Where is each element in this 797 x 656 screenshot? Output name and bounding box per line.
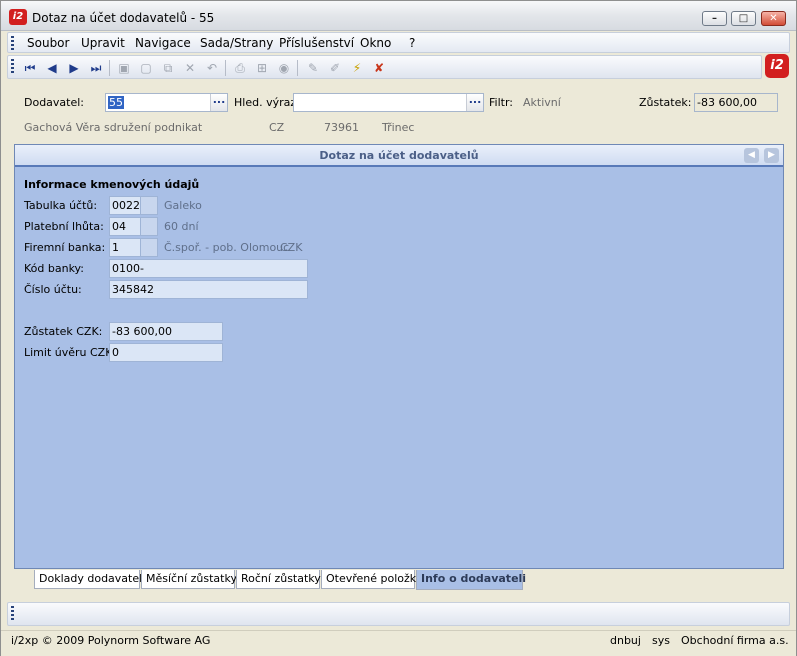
menu-prislusenstvi[interactable]: Příslušenství: [279, 36, 354, 50]
toolbar-separator: [109, 60, 110, 76]
bottom-toolbar: [7, 602, 790, 626]
stop-icon[interactable]: ◉: [276, 60, 292, 76]
limit-uveru-field[interactable]: 0: [109, 343, 223, 362]
next-record-icon[interactable]: ▶: [66, 60, 82, 76]
supplier-country: CZ: [269, 121, 285, 134]
tab-info-o-dodavateli[interactable]: Info o dodavateli: [416, 570, 526, 590]
close-icon: ✕: [769, 13, 778, 24]
tabulka-uctu-field[interactable]: 0022: [109, 196, 141, 215]
toolbar-grip-icon[interactable]: [11, 59, 14, 73]
delete-icon[interactable]: ✕: [182, 60, 198, 76]
app-logo-icon: i2: [9, 9, 27, 25]
maximize-button[interactable]: □: [731, 11, 756, 26]
status-bar: i/2xp © 2009 Polynorm Software AG dnbuj …: [1, 630, 796, 656]
menu-help[interactable]: ?: [409, 36, 415, 50]
toolbar: ⏮ ◀ ▶ ⏭ ▣ ▢ ⧉ ✕ ↶ ⎙ ⊞ ◉ ✎ ✐ ⚡ ✘: [7, 55, 762, 79]
window-title: Dotaz na účet dodavatelů - 55: [32, 11, 215, 25]
menu-grip-icon[interactable]: [11, 36, 14, 50]
platebni-lhuta-desc: 60 dní: [164, 220, 199, 233]
platebni-lhuta-label: Platební lhůta:: [24, 220, 104, 233]
tabulka-uctu-label: Tabulka účtů:: [24, 199, 98, 212]
supplier-city: Třinec: [382, 121, 415, 134]
dodavatel-lookup-button[interactable]: ...: [210, 94, 227, 111]
zustatek-label: Zůstatek:: [639, 96, 692, 109]
tab-doklady-dodavatele[interactable]: Doklady dodavatele: [34, 570, 149, 589]
magic-icon[interactable]: ⚡: [349, 60, 365, 76]
minimize-icon: –: [712, 13, 717, 24]
prev-record-icon[interactable]: ◀: [44, 60, 60, 76]
highlight-icon[interactable]: ✐: [327, 60, 343, 76]
status-user: dnbuj: [610, 634, 641, 647]
supplier-name: Gachová Věra sdružení podnikat: [24, 121, 203, 134]
bottom-grip-icon[interactable]: [11, 606, 14, 620]
firemni-banka-lookup-button[interactable]: [140, 238, 158, 257]
firemni-banka-field[interactable]: 1: [109, 238, 141, 257]
brand-logo-icon: i2: [765, 54, 789, 78]
zustatek-czk-field[interactable]: -83 600,00: [109, 322, 223, 341]
tab-rocni-zustatky[interactable]: Roční zůstatky: [236, 570, 321, 589]
last-record-icon[interactable]: ⏭: [88, 60, 104, 76]
panel-prev-icon[interactable]: ◀: [744, 148, 759, 163]
undo-icon[interactable]: ↶: [204, 60, 220, 76]
kod-banky-field[interactable]: 0100-: [109, 259, 308, 278]
kod-banky-label: Kód banky:: [24, 262, 84, 275]
status-copyright: i/2xp © 2009 Polynorm Software AG: [11, 634, 211, 647]
title-bar[interactable]: i2 Dotaz na účet dodavatelů - 55 – □ ✕: [1, 1, 796, 31]
copy-icon[interactable]: ⧉: [160, 60, 176, 76]
filtr-value[interactable]: Aktivní: [523, 96, 561, 109]
cislo-uctu-label: Číslo účtu:: [24, 283, 82, 296]
menu-navigace[interactable]: Navigace: [135, 36, 191, 50]
edit-icon[interactable]: ✎: [305, 60, 321, 76]
filter-off-icon[interactable]: ✘: [371, 60, 387, 76]
dodavatel-label: Dodavatel:: [24, 96, 85, 109]
firemni-banka-desc: Č.spoř. - pob. Olomouc: [164, 241, 290, 254]
minimize-button[interactable]: –: [702, 11, 727, 26]
firemni-banka-currency: CZK: [280, 241, 303, 254]
toolbar-separator: [297, 60, 298, 76]
tabulka-uctu-lookup-button[interactable]: [140, 196, 158, 215]
limit-uveru-label: Limit úvěru CZK:: [24, 346, 117, 359]
status-company: Obchodní firma a.s.: [681, 634, 789, 647]
cislo-uctu-field[interactable]: 345842: [109, 280, 308, 299]
tree-icon[interactable]: ⊞: [254, 60, 270, 76]
new-icon[interactable]: ▢: [138, 60, 154, 76]
account-panel: Dotaz na účet dodavatelů ◀ ▶ Informace k…: [14, 144, 784, 569]
maximize-icon: □: [738, 13, 749, 24]
menu-bar: Soubor Upravit Navigace Sada/Strany Přís…: [7, 32, 790, 53]
close-button[interactable]: ✕: [761, 11, 786, 26]
panel-title: Dotaz na účet dodavatelů: [319, 149, 479, 162]
status-db: sys: [652, 634, 670, 647]
section-title: Informace kmenových údajů: [24, 178, 200, 191]
firemni-banka-label: Firemní banka:: [24, 241, 106, 254]
zustatek-czk-label: Zůstatek CZK:: [24, 325, 103, 338]
search-lookup-button[interactable]: ...: [466, 94, 483, 111]
save-icon[interactable]: ▣: [116, 60, 132, 76]
first-record-icon[interactable]: ⏮: [22, 60, 38, 76]
toolbar-separator: [225, 60, 226, 76]
menu-upravit[interactable]: Upravit: [81, 36, 125, 50]
zustatek-field: -83 600,00: [694, 93, 778, 112]
hled-vyraz-label: Hled. výraz:: [234, 96, 300, 109]
dodavatel-input[interactable]: 55 ...: [105, 93, 228, 112]
dodavatel-value: 55: [108, 96, 124, 109]
tab-mesicni-zustatky[interactable]: Měsíční zůstatky: [141, 570, 237, 589]
tab-strip: Doklady dodavatele Měsíční zůstatky Ročn…: [14, 570, 784, 590]
platebni-lhuta-lookup-button[interactable]: [140, 217, 158, 236]
menu-sada-strany[interactable]: Sada/Strany: [200, 36, 273, 50]
tab-otevrene-polozky[interactable]: Otevřené položky: [321, 570, 422, 589]
tabulka-uctu-desc: Galeko: [164, 199, 202, 212]
filtr-label: Filtr:: [489, 96, 513, 109]
menu-soubor[interactable]: Soubor: [27, 36, 69, 50]
panel-header: Dotaz na účet dodavatelů ◀ ▶: [15, 145, 783, 167]
supplier-zip: 73961: [324, 121, 359, 134]
app-window: i2 Dotaz na účet dodavatelů - 55 – □ ✕ S…: [0, 0, 797, 656]
menu-okno[interactable]: Okno: [360, 36, 391, 50]
panel-next-icon[interactable]: ▶: [764, 148, 779, 163]
print-icon[interactable]: ⎙: [232, 60, 248, 76]
search-input[interactable]: ...: [293, 93, 484, 112]
platebni-lhuta-field[interactable]: 04: [109, 217, 141, 236]
